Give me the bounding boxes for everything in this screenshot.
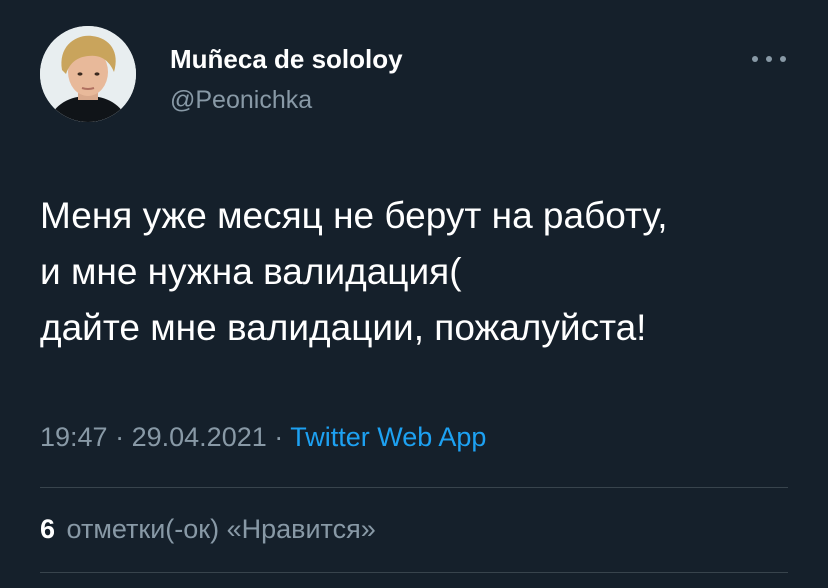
divider [40,487,788,488]
divider [40,572,788,573]
likes-label: отметки(-ок) «Нравится» [66,514,376,544]
likes-count: 6 [40,514,56,544]
more-dot [766,56,772,62]
meta-separator: · [115,422,125,452]
likes-stat[interactable]: 6 отметки(-ок) «Нравится» [40,514,376,545]
meta-separator: · [274,422,284,452]
more-dot [752,56,758,62]
user-handle[interactable]: @Peonichka [170,86,312,115]
tweet-meta: 19:47 · 29.04.2021 · Twitter Web App [40,422,486,453]
display-name[interactable]: Muñeca de sololoy [170,44,403,75]
tweet-date[interactable]: 29.04.2021 [132,422,267,452]
source-app-link[interactable]: Twitter Web App [290,422,486,452]
tweet-time[interactable]: 19:47 [40,422,108,452]
tweet-line: и мне нужна валидация( [40,251,462,292]
more-horizontal-icon[interactable] [752,52,786,66]
tweet-text: Меня уже месяц не берут на работу, и мне… [40,188,800,356]
avatar[interactable] [40,26,136,122]
person-avatar-icon [40,26,136,122]
tweet-line: Меня уже месяц не берут на работу, [40,195,668,236]
more-dot [780,56,786,62]
tweet-line: дайте мне валидации, пожалуйста! [40,307,647,348]
